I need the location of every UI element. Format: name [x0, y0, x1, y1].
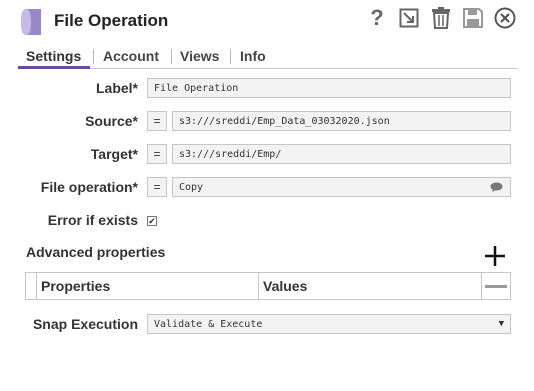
snap-execution-label: Snap Execution	[32, 316, 138, 332]
dialog-header: File Operation ?	[0, 0, 534, 44]
tab-account[interactable]: Account	[103, 48, 159, 64]
tab-separator	[93, 49, 94, 64]
tab-info[interactable]: Info	[240, 48, 266, 64]
file-operation-snap-icon	[21, 9, 41, 35]
tab-separator	[230, 49, 231, 64]
suggest-icon[interactable]	[490, 182, 503, 193]
file-operation-input[interactable]: Copy	[172, 177, 511, 197]
label-row: Label* File Operation	[0, 78, 534, 100]
advanced-properties-table: Properties Values	[25, 272, 511, 300]
column-separator	[481, 273, 482, 299]
file-operation-field-label: File operation*	[40, 179, 138, 195]
file-operation-expression-toggle[interactable]: =	[147, 177, 167, 197]
active-tab-indicator	[18, 66, 90, 69]
dialog-title: File Operation	[54, 11, 169, 30]
label-field-label: Label*	[95, 80, 138, 96]
error-if-exists-label: Error if exists	[47, 212, 138, 228]
source-input[interactable]: s3:///sreddi/Emp_Data_03032020.json	[172, 111, 511, 131]
tab-settings[interactable]: Settings	[26, 48, 81, 64]
advanced-properties-title: Advanced properties	[26, 244, 166, 260]
chevron-down-icon: ▼	[498, 319, 504, 329]
source-row: Source* = s3:///sreddi/Emp_Data_03032020…	[0, 111, 534, 133]
label-input[interactable]: File Operation	[147, 78, 511, 98]
source-field-label: Source*	[85, 113, 138, 129]
tab-bar: Settings Account Views Info	[18, 44, 518, 69]
export-icon[interactable]	[398, 6, 420, 30]
column-separator	[36, 273, 37, 299]
source-expression-toggle[interactable]: =	[147, 111, 167, 131]
snap-execution-value: Validate & Execute	[154, 319, 263, 330]
target-expression-toggle[interactable]: =	[147, 144, 167, 164]
delete-icon[interactable]	[430, 6, 452, 30]
add-row-plus-icon[interactable]	[484, 245, 506, 267]
error-if-exists-checkbox[interactable]: ✔	[147, 216, 157, 226]
close-icon[interactable]	[494, 6, 516, 30]
tab-views[interactable]: Views	[180, 48, 219, 64]
column-header-properties: Properties	[41, 278, 111, 294]
snap-execution-select[interactable]: Validate & Execute ▼	[147, 314, 511, 334]
error-if-exists-row: Error if exists ✔	[0, 210, 534, 232]
column-header-values: Values	[263, 278, 308, 294]
target-row: Target* = s3:///sreddi/Emp/	[0, 144, 534, 166]
target-input[interactable]: s3:///sreddi/Emp/	[172, 144, 511, 164]
file-operation-row: File operation* = Copy	[0, 177, 534, 199]
remove-row-minus-icon[interactable]	[485, 285, 507, 288]
column-separator	[258, 273, 259, 299]
tab-separator	[171, 49, 172, 64]
target-field-label: Target*	[90, 146, 138, 162]
help-icon[interactable]: ?	[366, 5, 388, 30]
help-glyph: ?	[370, 5, 384, 30]
save-icon[interactable]	[462, 6, 484, 30]
header-toolbar: ?	[366, 5, 516, 30]
